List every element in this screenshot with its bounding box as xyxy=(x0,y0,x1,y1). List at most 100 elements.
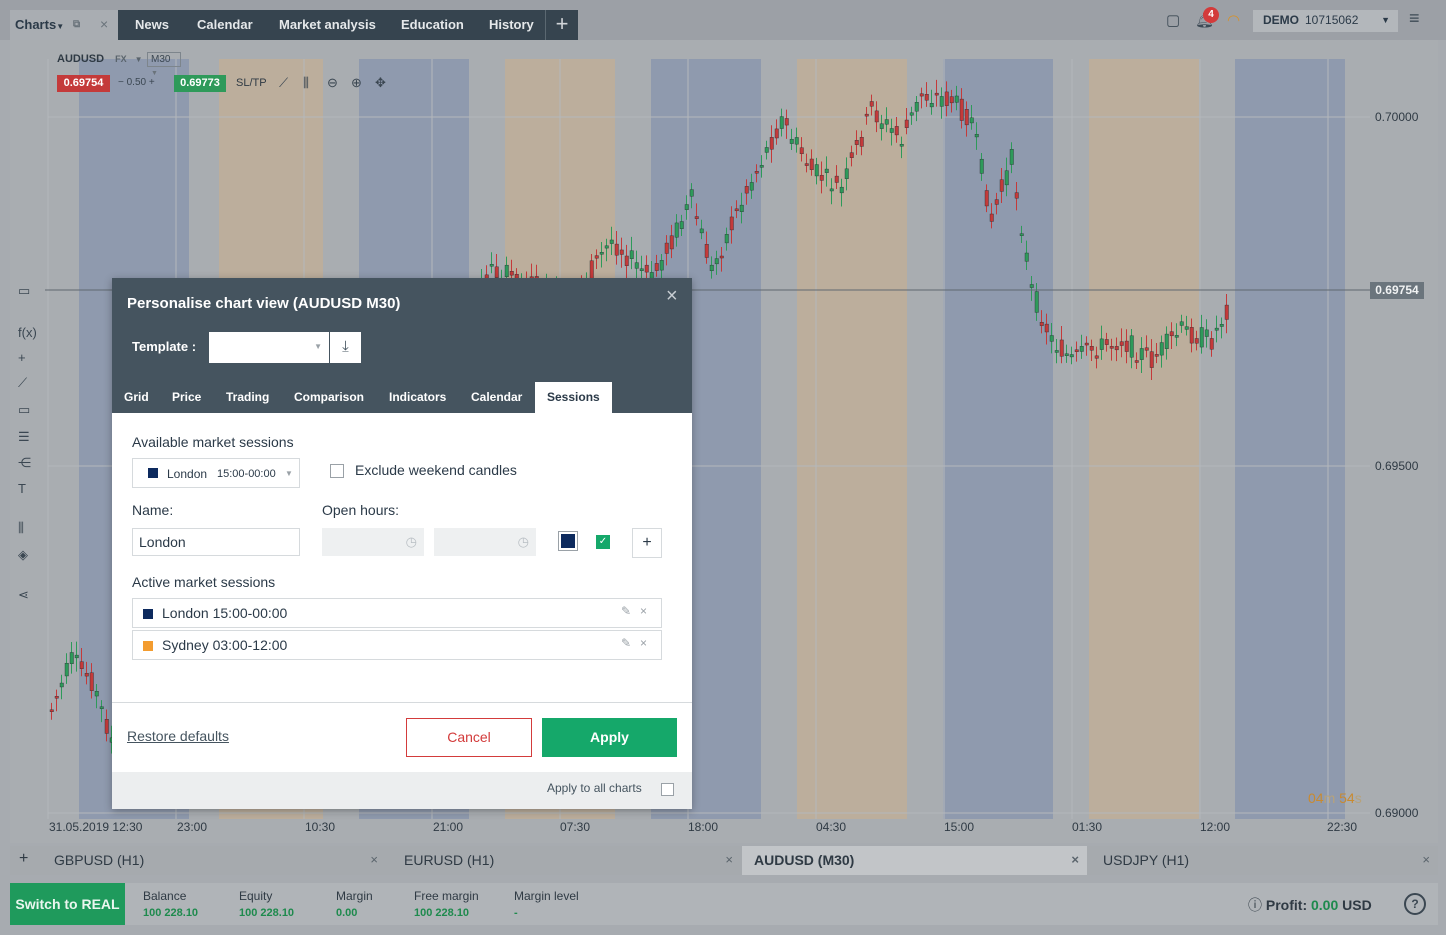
candle-body xyxy=(54,696,59,699)
session-band xyxy=(943,59,1053,819)
switch-to-real-button[interactable]: Switch to REAL xyxy=(10,883,125,925)
crosshair-icon[interactable]: ✥ xyxy=(375,75,386,91)
candle-body xyxy=(609,239,614,244)
cancel-button[interactable]: Cancel xyxy=(406,718,532,757)
candle-body xyxy=(714,258,719,265)
close-time-input[interactable]: ◷ xyxy=(434,528,536,556)
edit-icon[interactable]: ✎ xyxy=(621,604,631,618)
close-icon[interactable]: × xyxy=(370,852,378,867)
close-icon[interactable]: × xyxy=(725,852,733,867)
open-hours-label: Open hours: xyxy=(322,502,400,518)
nav-calendar[interactable]: Calendar xyxy=(197,17,253,32)
buy-price-button[interactable]: 0.69773 xyxy=(174,75,226,92)
candle-body xyxy=(1099,338,1104,350)
sltp-button[interactable]: SL/TP xyxy=(236,77,267,89)
candle-body xyxy=(49,709,54,712)
template-select[interactable]: ▼ xyxy=(209,332,329,363)
nav-news[interactable]: News xyxy=(135,17,169,32)
sell-price-button[interactable]: 0.69754 xyxy=(57,75,110,92)
account-mode: DEMO xyxy=(1263,13,1299,27)
zoom-in-icon[interactable]: ⊕ xyxy=(351,75,362,91)
chart-tab[interactable]: GBPUSD (H1) × xyxy=(42,846,386,875)
candle-body xyxy=(99,706,104,709)
window-icon[interactable]: ▢ xyxy=(1166,11,1180,29)
crosshair-icon[interactable]: + xyxy=(18,350,26,365)
add-session-button[interactable]: + xyxy=(632,528,662,558)
zoom-out-icon[interactable]: ⊖ xyxy=(327,75,338,91)
candle-body xyxy=(1154,354,1159,357)
popout-icon[interactable]: ⧉ xyxy=(73,19,80,30)
restore-defaults-link[interactable]: Restore defaults xyxy=(127,728,229,744)
apply-button[interactable]: Apply xyxy=(542,718,677,757)
timeframe-select[interactable]: M30 ▼ xyxy=(147,52,181,77)
tab-grid[interactable]: Grid xyxy=(124,382,149,413)
fibonacci-icon[interactable]: ☰ xyxy=(18,429,30,445)
candle-body xyxy=(944,91,949,106)
function-icon[interactable]: f(x) xyxy=(18,325,37,340)
candle-body xyxy=(1069,354,1074,358)
close-icon[interactable]: × xyxy=(100,16,108,32)
candle-body xyxy=(919,93,924,97)
info-icon[interactable]: ⓘ xyxy=(1248,897,1262,913)
help-icon[interactable]: ? xyxy=(1404,893,1426,915)
delete-icon[interactable]: × xyxy=(640,604,647,618)
tab-indicators[interactable]: Indicators xyxy=(389,382,446,413)
candle-body xyxy=(59,682,64,688)
chart-tab[interactable]: USDJPY (H1) × xyxy=(1091,846,1438,875)
share-icon[interactable]: ⋖ xyxy=(18,587,29,603)
session-band xyxy=(1089,59,1199,819)
delete-icon[interactable]: × xyxy=(640,636,647,650)
open-time-input[interactable]: ◷ xyxy=(322,528,424,556)
candle-body xyxy=(1134,360,1139,363)
close-icon[interactable]: × xyxy=(1071,852,1079,867)
candle-body xyxy=(89,672,94,691)
candle-body xyxy=(784,118,789,126)
rectangle-icon[interactable]: ▭ xyxy=(18,402,30,418)
apply-all-checkbox[interactable] xyxy=(661,783,674,796)
add-tab-button[interactable]: + xyxy=(545,10,578,40)
screen-icon[interactable]: ▭ xyxy=(18,283,30,299)
session-enabled-checkbox[interactable]: ✓ xyxy=(596,535,610,549)
candle-body xyxy=(939,96,944,107)
candle-body xyxy=(1199,327,1204,348)
candle-body xyxy=(984,190,989,207)
close-icon[interactable]: × xyxy=(666,285,678,308)
nav-market-analysis[interactable]: Market analysis xyxy=(279,17,376,32)
charts-menu[interactable]: Charts▼ ⧉ × xyxy=(10,10,118,40)
nav-education[interactable]: Education xyxy=(401,17,464,32)
session-name-input[interactable]: London xyxy=(132,528,300,556)
session-color-picker[interactable] xyxy=(558,531,578,551)
candle-body xyxy=(859,137,864,147)
indicator-icon[interactable]: ⫼ xyxy=(18,520,24,536)
tab-trading[interactable]: Trading xyxy=(226,382,269,413)
candle-body xyxy=(1044,323,1049,333)
chevron-down-icon[interactable]: ▼ xyxy=(135,55,143,64)
menu-icon[interactable]: ≡ xyxy=(1409,8,1420,29)
candle-body xyxy=(689,189,694,197)
candle-body xyxy=(1079,346,1084,352)
spread: − 0.50 + xyxy=(118,77,155,88)
add-chart-button[interactable]: + xyxy=(10,846,38,875)
candle-body xyxy=(934,92,939,96)
candle-body xyxy=(904,119,909,128)
chart-tab-active[interactable]: AUDUSD (M30) × xyxy=(742,846,1087,875)
exclude-weekend-checkbox[interactable] xyxy=(330,464,344,478)
tab-price[interactable]: Price xyxy=(172,382,201,413)
nav-history[interactable]: History xyxy=(489,17,534,32)
candles-icon[interactable]: ⫼ xyxy=(303,75,309,91)
tab-calendar[interactable]: Calendar xyxy=(471,382,522,413)
chart-type-icon[interactable]: ⟋ xyxy=(279,75,288,91)
download-icon[interactable]: ⤓ xyxy=(330,332,361,363)
available-sessions-select[interactable]: London 15:00-00:00 ▼ xyxy=(132,458,300,488)
text-tool-icon[interactable]: T xyxy=(18,481,26,496)
line-tool-icon[interactable]: ⟋ xyxy=(18,375,27,391)
chart-tab[interactable]: EURUSD (H1) × xyxy=(392,846,741,875)
tab-sessions[interactable]: Sessions xyxy=(535,382,612,413)
layers-icon[interactable]: ◈ xyxy=(18,547,28,563)
account-selector[interactable]: DEMO 10715062 ▼ xyxy=(1253,10,1398,32)
tab-comparison[interactable]: Comparison xyxy=(294,382,364,413)
pitchfork-icon[interactable]: ⋲ xyxy=(18,455,31,471)
edit-icon[interactable]: ✎ xyxy=(621,636,631,650)
candle-body xyxy=(1219,324,1224,327)
close-icon[interactable]: × xyxy=(1422,852,1430,867)
